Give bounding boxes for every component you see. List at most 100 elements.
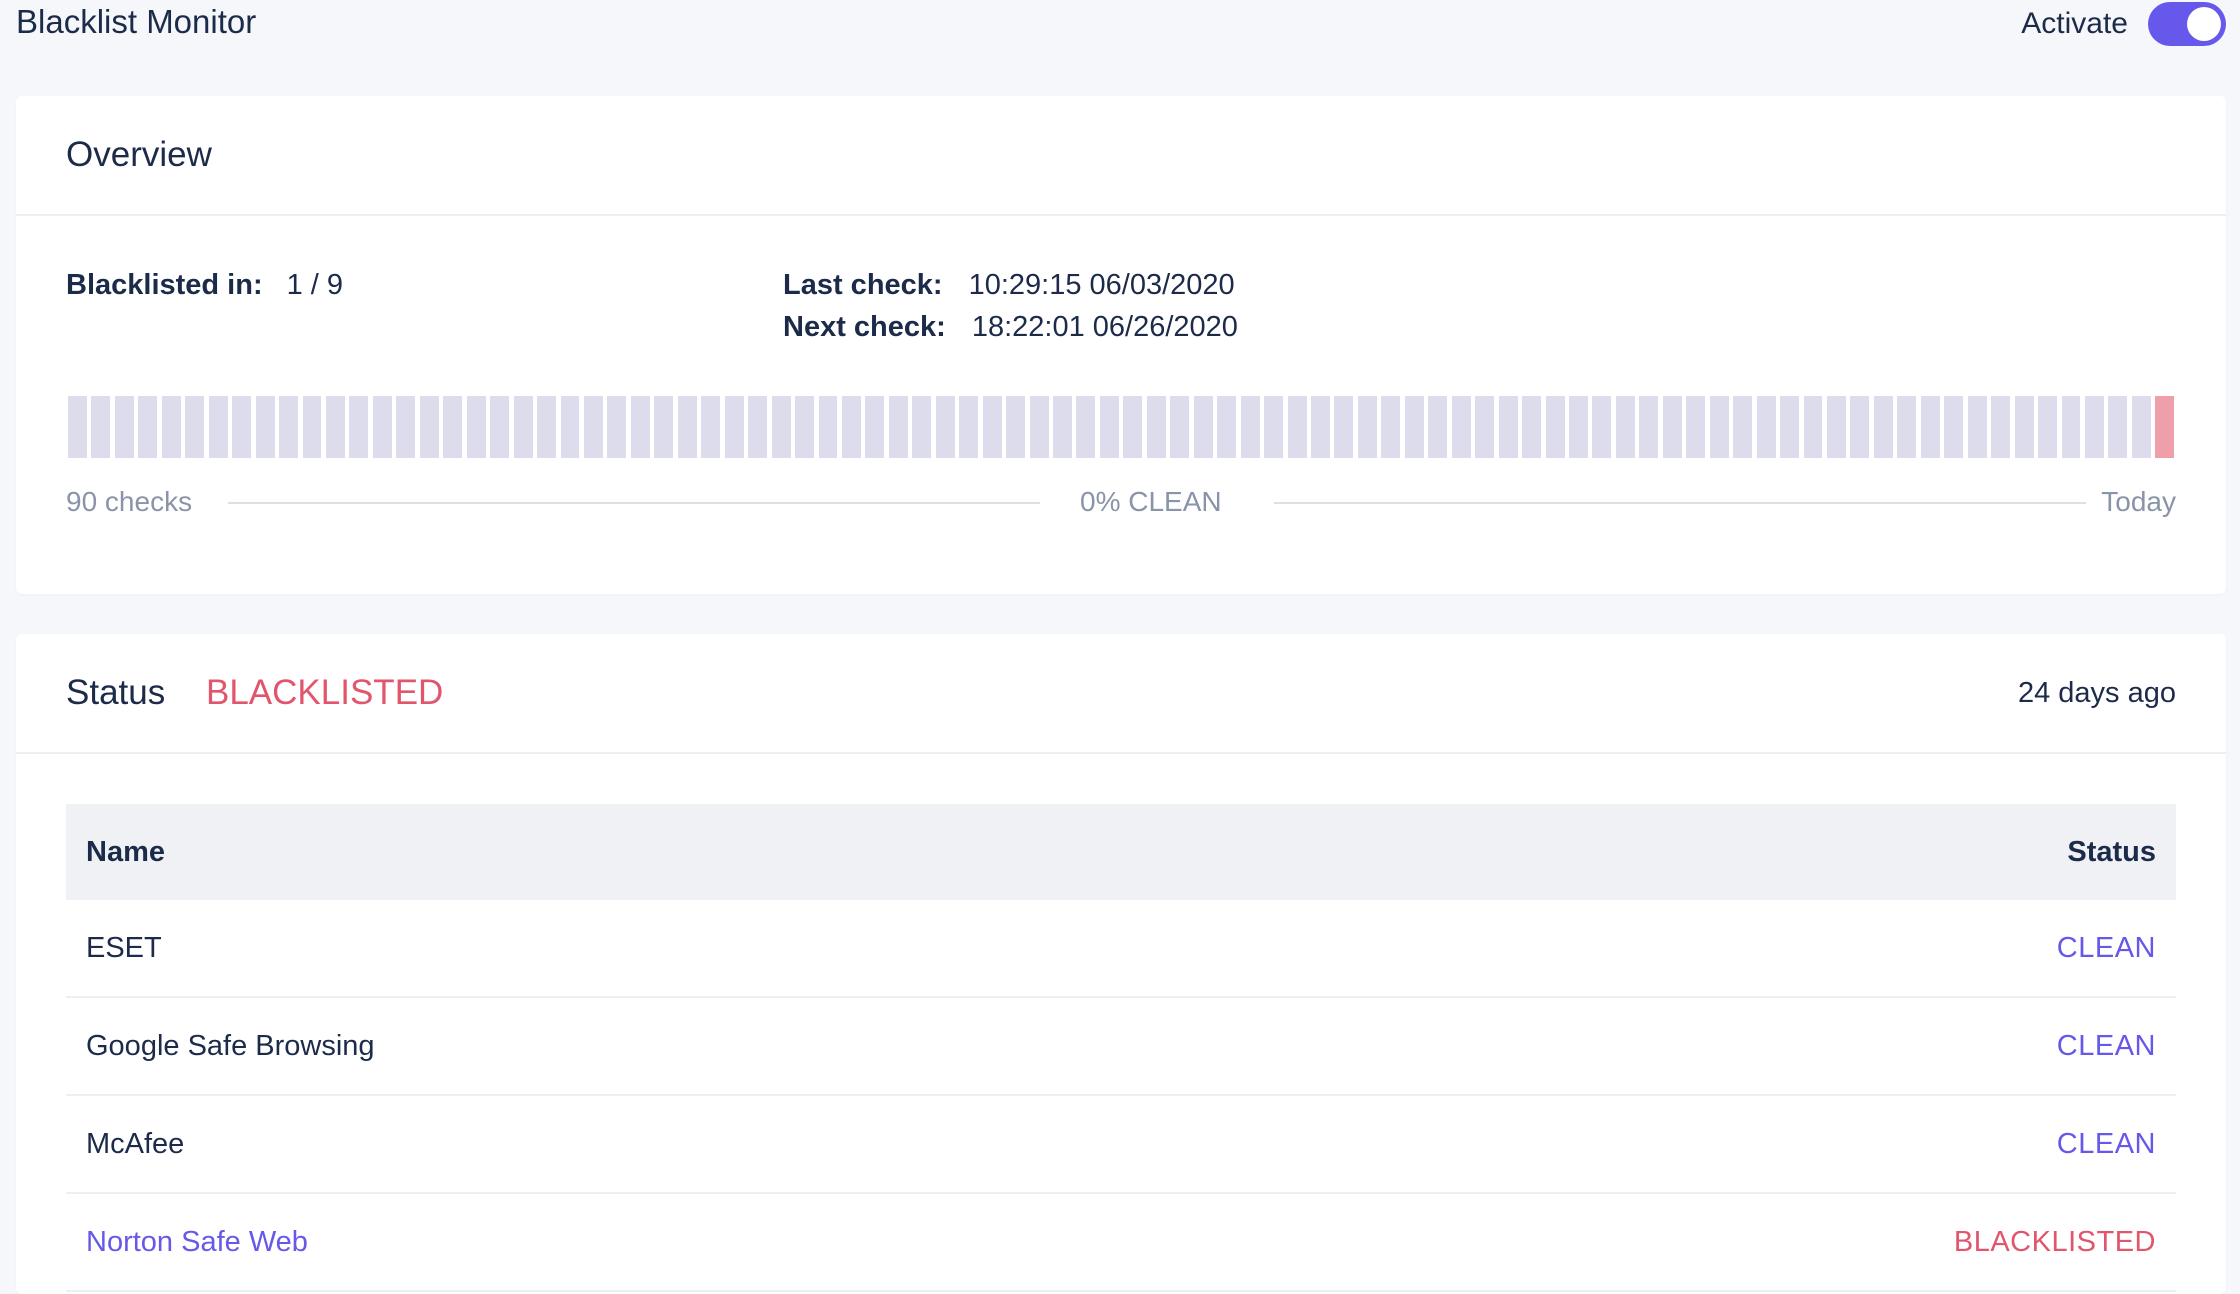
check-bar-clean xyxy=(1029,396,1049,458)
check-bar-clean xyxy=(161,396,181,458)
check-bar-clean xyxy=(1475,396,1495,458)
check-bar-clean xyxy=(724,396,744,458)
blacklisted-in-value: 1 / 9 xyxy=(286,269,344,301)
blacklist-table: Name Status ESET CLEAN Google Safe Brows… xyxy=(66,804,2176,1292)
check-bar-clean xyxy=(1709,396,1729,458)
check-bar-clean xyxy=(959,396,979,458)
check-bar-clean xyxy=(1615,396,1635,458)
check-bar-clean xyxy=(208,396,228,458)
check-bar-clean xyxy=(1240,396,1260,458)
check-bar-clean xyxy=(1193,396,1213,458)
activate-label: Activate xyxy=(2021,7,2128,40)
table-row: McAfee CLEAN xyxy=(66,1096,2176,1194)
activate-toggle[interactable] xyxy=(2148,2,2226,46)
check-bar-clean xyxy=(466,396,486,458)
check-bar-clean xyxy=(2108,396,2128,458)
check-bar-clean xyxy=(419,396,439,458)
check-bar-clean xyxy=(1076,396,1096,458)
divider-line xyxy=(228,502,1040,504)
check-bar-clean xyxy=(841,396,861,458)
check-bar-clean xyxy=(677,396,697,458)
check-bar-clean xyxy=(1404,396,1424,458)
status-header: Status BLACKLISTED 24 days ago xyxy=(16,634,2226,754)
row-name: ESET xyxy=(86,932,162,964)
checks-count-label: 90 checks xyxy=(66,486,193,517)
check-bar-clean xyxy=(1756,396,1776,458)
check-bar-clean xyxy=(748,396,768,458)
check-bar-clean xyxy=(396,396,416,458)
check-bar-clean xyxy=(1662,396,1682,458)
check-bar-clean xyxy=(2131,396,2151,458)
next-check-value: 18:22:01 06/26/2020 xyxy=(971,311,1238,343)
check-bar-clean xyxy=(1170,396,1190,458)
check-bar-clean xyxy=(302,396,322,458)
check-bar-clean xyxy=(1592,396,1612,458)
next-check-label: Next check: xyxy=(783,311,946,343)
check-bar-clean xyxy=(185,396,205,458)
check-bar-clean xyxy=(2061,396,2081,458)
check-bar-clean xyxy=(982,396,1002,458)
check-bar-clean xyxy=(490,396,510,458)
check-bar-clean xyxy=(1334,396,1354,458)
activate-control: Activate xyxy=(2021,2,2226,46)
row-name: Google Safe Browsing xyxy=(86,1030,375,1062)
check-bar-clean xyxy=(2084,396,2104,458)
row-status: CLEAN xyxy=(2056,1128,2156,1160)
clean-percent-label: 0% CLEAN xyxy=(1080,486,1222,517)
overview-card: Overview Blacklisted in: 1 / 9 Last check… xyxy=(16,96,2226,594)
overview-header: Overview xyxy=(16,96,2226,216)
check-bar-clean xyxy=(560,396,580,458)
row-status: BLACKLISTED xyxy=(1953,1226,2156,1258)
check-bar-clean xyxy=(1451,396,1471,458)
blacklisted-in-label: Blacklisted in: xyxy=(66,269,263,301)
row-status: CLEAN xyxy=(2056,932,2156,964)
check-bar-clean xyxy=(1217,396,1237,458)
check-bar-clean xyxy=(1803,396,1823,458)
check-bar-clean xyxy=(1780,396,1800,458)
table-header: Name Status xyxy=(66,804,2176,900)
check-bar-clean xyxy=(771,396,791,458)
check-bar-clean xyxy=(2014,396,2034,458)
table-row: ESET CLEAN xyxy=(66,900,2176,998)
check-bar-clean xyxy=(1357,396,1377,458)
check-bar-clean xyxy=(1944,396,1964,458)
check-bar-clean xyxy=(138,396,158,458)
check-bar-clean xyxy=(935,396,955,458)
check-bar-clean xyxy=(1569,396,1588,458)
check-bar-clean xyxy=(349,396,369,458)
check-bar-clean xyxy=(114,396,134,458)
check-bar-clean xyxy=(1428,396,1448,458)
check-bar-clean xyxy=(232,396,252,458)
check-bar-clean xyxy=(1991,396,2011,458)
check-bar-clean xyxy=(1287,396,1307,458)
check-bar-clean xyxy=(818,396,838,458)
blacklisted-in-row: Blacklisted in: 1 / 9 xyxy=(66,264,343,306)
row-name-link[interactable]: Norton Safe Web xyxy=(86,1194,308,1290)
column-header-status: Status xyxy=(2067,836,2156,868)
next-check-row: Next check: 18:22:01 06/26/2020 xyxy=(783,306,1238,348)
check-bar-clean xyxy=(255,396,275,458)
check-bar-clean xyxy=(1920,396,1940,458)
check-bar-clean xyxy=(1873,396,1893,458)
check-bar-clean xyxy=(1522,396,1542,458)
check-bar-clean xyxy=(443,396,463,458)
check-history-bars xyxy=(68,396,2175,458)
top-bar: Blacklist Monitor Activate xyxy=(0,0,2240,90)
check-bar-clean xyxy=(1545,396,1565,458)
check-history-legend: 90 checks 0% CLEAN Today xyxy=(66,482,2176,522)
check-bar-clean xyxy=(1264,396,1284,458)
check-bar-clean xyxy=(888,396,908,458)
row-name: McAfee xyxy=(86,1128,185,1160)
check-bar-clean xyxy=(630,396,650,458)
table-row: Google Safe Browsing CLEAN xyxy=(66,998,2176,1096)
check-bar-clean xyxy=(1099,396,1119,458)
check-bar-clean xyxy=(325,396,345,458)
check-bar-clean xyxy=(1311,396,1330,458)
check-bar-clean xyxy=(68,396,87,458)
check-bar-clean xyxy=(1381,396,1401,458)
page-title: Blacklist Monitor xyxy=(16,3,257,40)
check-bar-clean xyxy=(795,396,814,458)
check-bar-clean xyxy=(1967,396,1987,458)
overview-title: Overview xyxy=(66,135,212,174)
check-bar-clean xyxy=(865,396,885,458)
